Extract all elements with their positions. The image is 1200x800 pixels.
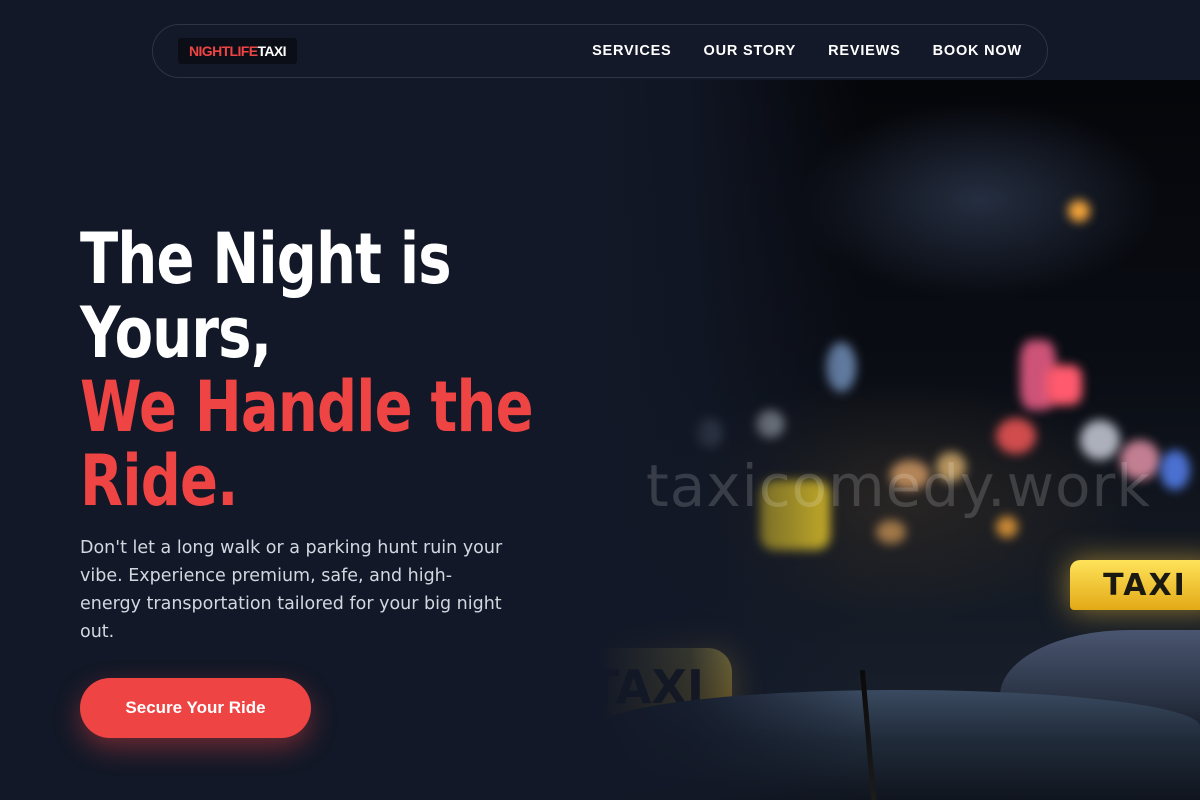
nav-link-services[interactable]: SERVICES bbox=[592, 43, 671, 59]
brand-logo[interactable]: NIGHTLIFETAXI bbox=[178, 38, 297, 64]
taxi-sign-text: TAXI bbox=[1103, 567, 1187, 603]
logo-text-primary: NIGHTLIFE bbox=[189, 43, 258, 59]
secure-ride-button[interactable]: Secure Your Ride bbox=[80, 678, 311, 738]
hero-image: TAXI TAXI taxicomedy.work bbox=[600, 80, 1200, 800]
bokeh-light bbox=[1068, 200, 1090, 222]
watermark: taxicomedy.work bbox=[646, 452, 1151, 520]
hero-section: The Night is Yours, We Handle the Ride. … bbox=[80, 222, 550, 646]
image-gradient-overlay bbox=[600, 80, 860, 800]
nav-links: SERVICES OUR STORY REVIEWS BOOK NOW bbox=[592, 43, 1022, 59]
bokeh-light bbox=[876, 520, 906, 544]
headline-primary: The Night is Yours, bbox=[80, 218, 452, 374]
taxi-sign-right: TAXI bbox=[1070, 560, 1200, 610]
logo-text-secondary: TAXI bbox=[257, 43, 286, 59]
nav-link-our-story[interactable]: OUR STORY bbox=[704, 43, 797, 59]
hero-subtitle: Don't let a long walk or a parking hunt … bbox=[80, 538, 503, 642]
nav-link-book-now[interactable]: BOOK NOW bbox=[933, 43, 1022, 59]
headline-accent: We Handle the Ride. bbox=[80, 366, 534, 522]
bokeh-light bbox=[996, 418, 1036, 454]
hero-headline: The Night is Yours, We Handle the Ride. bbox=[80, 222, 552, 518]
bokeh-light bbox=[1046, 365, 1082, 405]
nav-link-reviews[interactable]: REVIEWS bbox=[828, 43, 900, 59]
bokeh-light bbox=[1160, 450, 1190, 490]
navbar: NIGHTLIFETAXI SERVICES OUR STORY REVIEWS… bbox=[152, 24, 1048, 78]
